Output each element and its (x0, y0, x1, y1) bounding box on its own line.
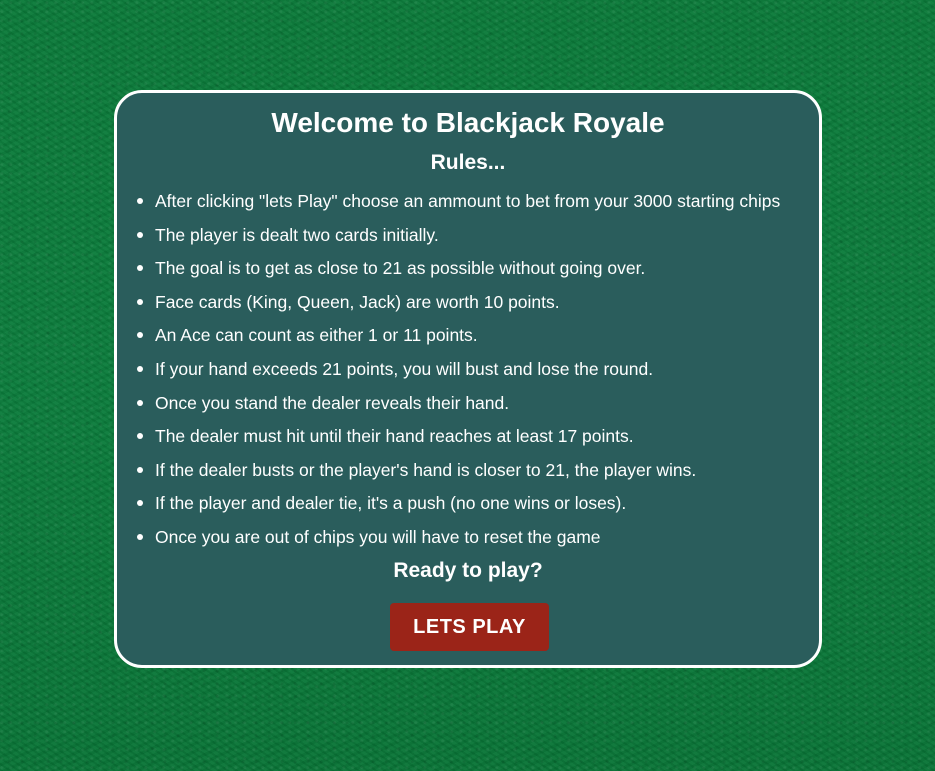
rule-item: Once you are out of chips you will have … (137, 525, 809, 559)
rule-item: Once you stand the dealer reveals their … (137, 391, 809, 425)
rule-item: An Ace can count as either 1 or 11 point… (137, 323, 809, 357)
rule-item: Face cards (King, Queen, Jack) are worth… (137, 290, 809, 324)
rule-item: The player is dealt two cards initially. (137, 223, 809, 257)
rule-item: If your hand exceeds 21 points, you will… (137, 357, 809, 391)
rule-item: After clicking "lets Play" choose an amm… (137, 189, 809, 223)
ready-prompt: Ready to play? (393, 559, 543, 582)
rule-item: If the player and dealer tie, it's a pus… (137, 491, 809, 525)
welcome-panel: Welcome to Blackjack Royale Rules... Aft… (114, 90, 822, 668)
rules-heading: Rules... (430, 151, 506, 174)
page-title: Welcome to Blackjack Royale (271, 107, 665, 138)
rules-list: After clicking "lets Play" choose an amm… (137, 189, 809, 559)
lets-play-button[interactable]: LETS PLAY (390, 603, 549, 651)
rule-item: The goal is to get as close to 21 as pos… (137, 256, 809, 290)
rule-item: The dealer must hit until their hand rea… (137, 424, 809, 458)
rule-item: If the dealer busts or the player's hand… (137, 458, 809, 492)
